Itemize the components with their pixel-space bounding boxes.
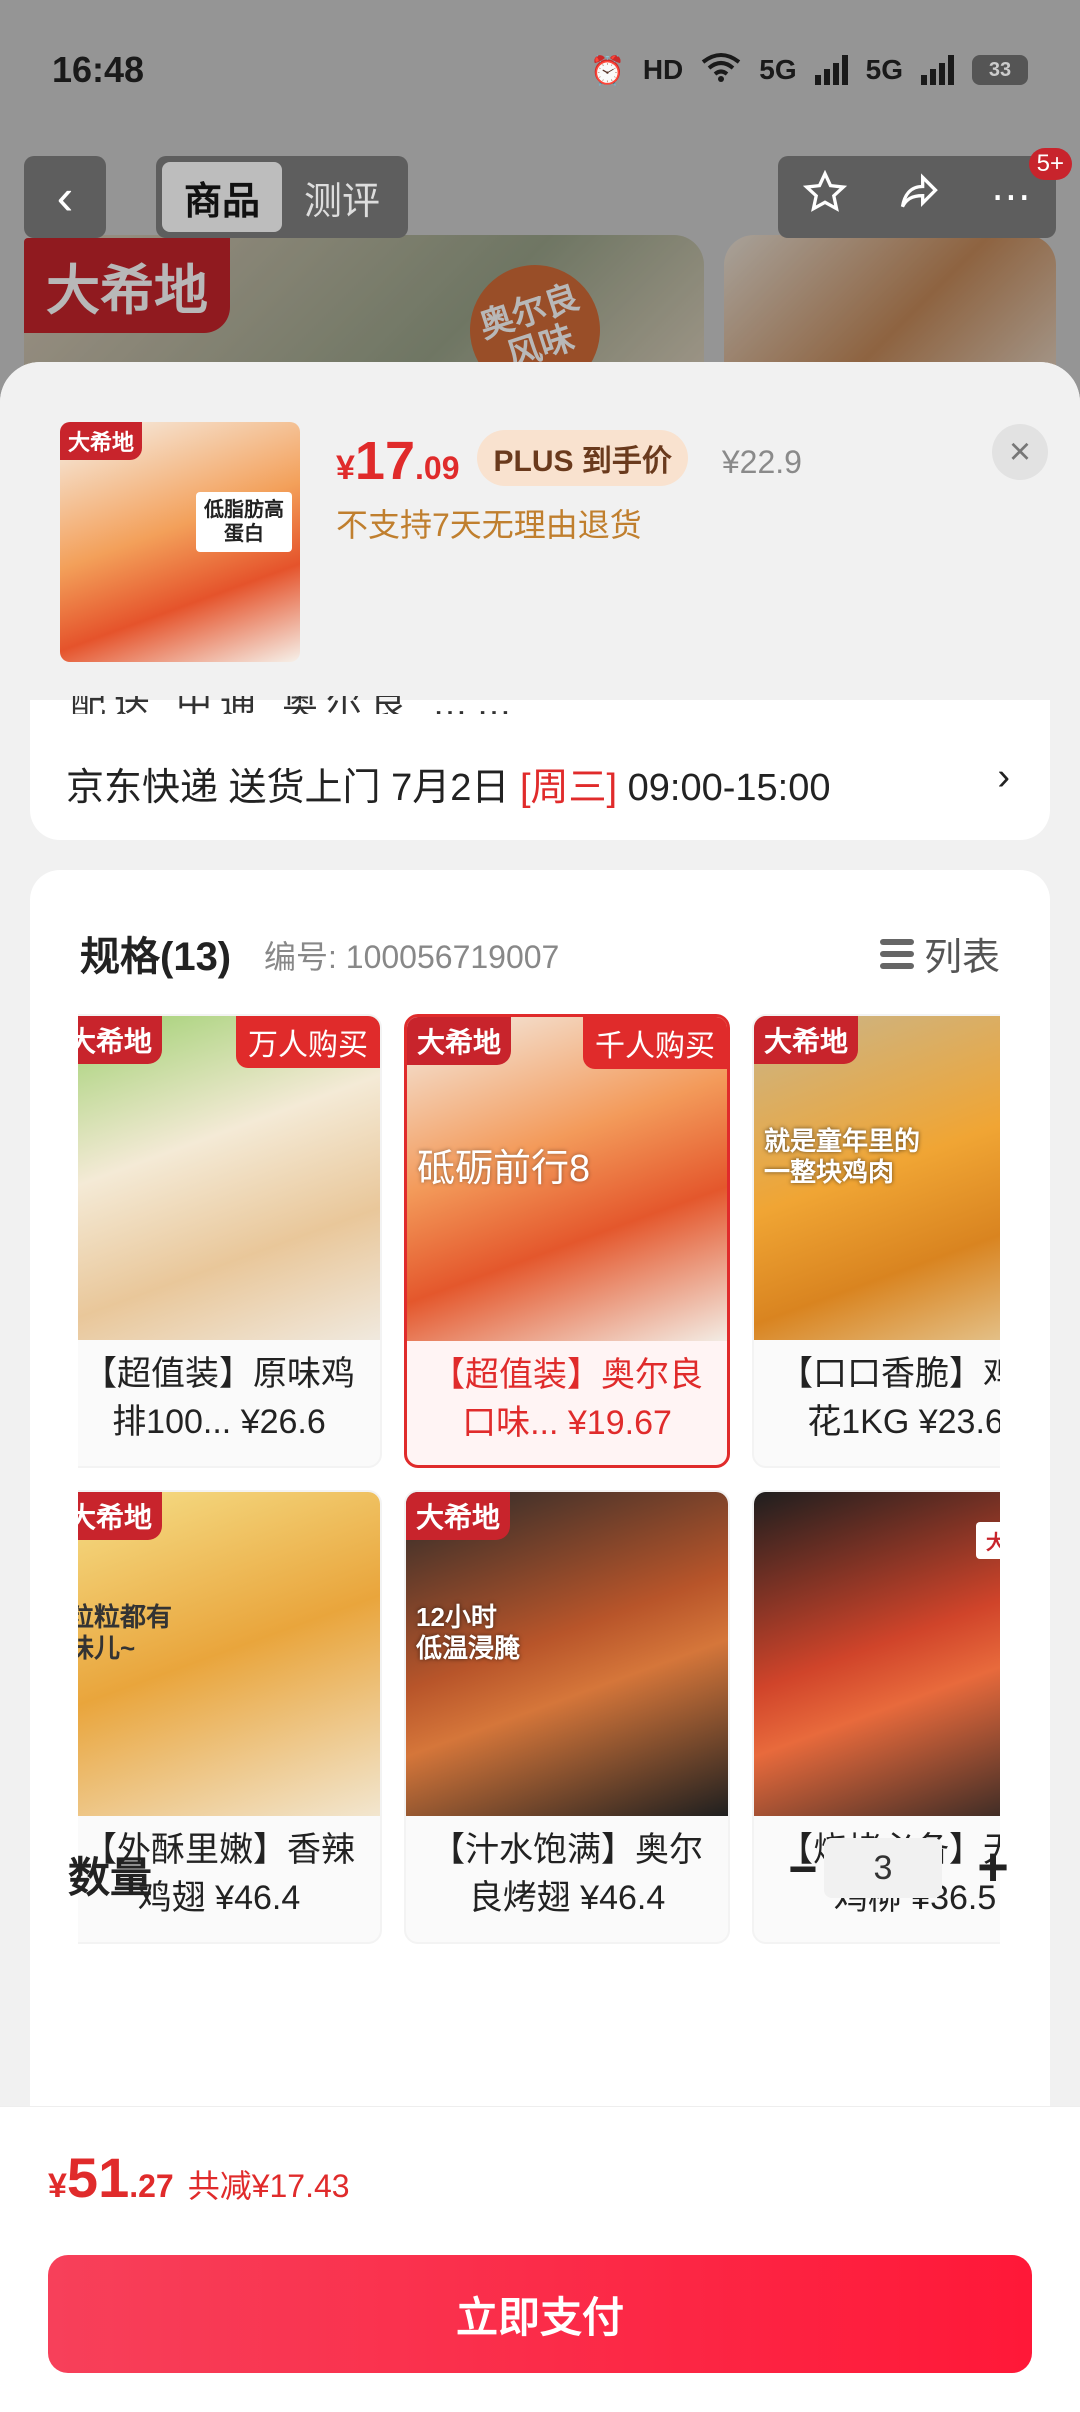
battery-icon: 33 [972, 55, 1028, 85]
spec-name-1: 【超值装】原味鸡 排100... ¥26.6 [83, 1355, 355, 1441]
spec-brand-5: 大希地 [406, 1492, 511, 1540]
return-policy-note: 不支持7天无理由退货 [336, 507, 642, 543]
status-time: 16:48 [52, 49, 145, 90]
delivery-cut-line: 配送 中通 奥尔良 …… [70, 696, 790, 714]
total-row: ¥ 51 .27 共减¥17.43 [48, 2145, 350, 2210]
spec-option-3[interactable]: 大希地 就是童年里的 一整块鸡肉 【口口香脆】鸡米花1KG ¥23.63 [752, 1014, 1000, 1468]
spec-overlay-3: 就是童年里的 一整块鸡肉 [764, 1126, 921, 1188]
alarm-icon: ⏰ [589, 54, 625, 86]
quantity-row: 数量 − + [38, 1834, 1038, 1914]
spec-name-3: 【口口香脆】鸡米花1KG ¥23.63 [779, 1355, 1000, 1441]
quantity-input[interactable] [824, 1838, 942, 1898]
favorite-star-icon[interactable] [802, 169, 848, 224]
signal-5g-label-2: 5G [865, 54, 903, 85]
quantity-increase-button[interactable]: + [968, 1836, 1018, 1898]
list-label: 列表 [923, 937, 1000, 979]
spec-brand-3: 大希地 [754, 1016, 859, 1064]
spec-overlay-2: 砥砺前行8 [417, 1148, 591, 1190]
tab-product[interactable]: 商品 [162, 162, 282, 232]
spec-brand-1: 大希地 [78, 1016, 163, 1064]
tab-review[interactable]: 测评 [282, 162, 402, 232]
spec-brand-4: 大希地 [78, 1492, 163, 1540]
thumb-card: 低脂肪高蛋白 [196, 492, 292, 552]
chevron-right-icon: › [997, 756, 1010, 798]
spec-option-1[interactable]: 大希地 万人购买 【超值装】原味鸡排100... ¥26.6 [78, 1014, 382, 1468]
plus-price-badge: PLUS 到手价 [477, 430, 688, 486]
price-integer: 17 [354, 431, 415, 491]
top-nav: ‹ 商品 测评 ⋯ 5+ [24, 148, 1072, 238]
quantity-label: 数量 [68, 1854, 153, 1901]
total-discount: 共减¥17.43 [187, 2168, 350, 2204]
delivery-info: 京东快递 送货上门 7月2日 [周三] 09:00-15:00 [66, 756, 830, 811]
spec-tag-1: 万人购买 [236, 1016, 380, 1068]
delivery-prefix: 京东快递 送货上门 7月2日 [66, 767, 520, 809]
checkout-footer: ¥ 51 .27 共减¥17.43 立即支付 [0, 2106, 1080, 2412]
original-price: ¥22.9 [721, 444, 802, 480]
delivery-weekday: [周三] [519, 767, 618, 809]
signal-icon-2 [921, 55, 954, 85]
spec-code: 编号: 100056719007 [264, 939, 560, 975]
spec-image-6 [754, 1492, 1000, 1816]
message-badge: 5+ [1028, 148, 1072, 180]
thumb-brand: 大希地 [60, 422, 143, 460]
status-bar: 16:48 ⏰ HD 5G 5G 33 [0, 0, 1080, 140]
nav-tabs: 商品 测评 [156, 156, 408, 238]
spec-name-2: 【超值装】奥尔良 口味... ¥19.67 [431, 1356, 703, 1442]
spec-option-2[interactable]: 大希地 千人购买 砥砺前行8 【超值装】奥尔良 口味... ¥19.67 [404, 1014, 730, 1468]
spec-overlay-4: 粒粒都有 味儿~ [78, 1602, 173, 1664]
sku-sheet: 大希地 低脂肪高蛋白 ¥ 17 .09 PLUS 到手价 ¥22.9 不支持7天… [0, 362, 1080, 2412]
total-integer: 51 [66, 2146, 130, 2209]
signal-icon [814, 55, 848, 85]
sheet-header: 大希地 低脂肪高蛋白 ¥ 17 .09 PLUS 到手价 ¥22.9 不支持7天… [0, 362, 1080, 698]
status-icons: ⏰ HD 5G 5G 33 [590, 52, 1028, 89]
nav-actions: ⋯ 5+ [778, 148, 1072, 238]
spec-overlay-5: 12小时 低温浸腌 [416, 1602, 521, 1664]
spec-brand-2: 大希地 [407, 1017, 512, 1065]
back-button[interactable]: ‹ [24, 156, 106, 238]
price-currency: ¥ [336, 449, 355, 487]
spec-card: 规格(13) 编号: 100056719007 列表 大希地 万人购买 【超值装… [30, 870, 1050, 2120]
spec-brand-6: 大希地 [976, 1522, 1000, 1559]
total-decimal: .27 [129, 2168, 174, 2204]
delivery-time: 09:00-15:00 [617, 767, 831, 809]
list-icon [879, 938, 914, 969]
more-icon[interactable]: ⋯ [991, 174, 1031, 220]
total-currency: ¥ [48, 2167, 67, 2205]
delivery-card[interactable]: 配送 中通 奥尔良 …… 京东快递 送货上门 7月2日 [周三] 09:00-1… [30, 696, 1050, 840]
hd-icon: HD [642, 54, 684, 85]
signal-5g-label: 5G [759, 54, 797, 85]
price-row: ¥ 17 .09 PLUS 到手价 ¥22.9 [336, 430, 802, 494]
spec-tag-2: 千人购买 [583, 1017, 727, 1069]
spec-grid: 大希地 万人购买 【超值装】原味鸡排100... ¥26.6 大希地 千人购买 … [78, 1014, 1000, 1944]
spec-title: 规格(13) [80, 935, 232, 979]
price-decimal: .09 [415, 450, 460, 486]
pay-now-button[interactable]: 立即支付 [48, 2255, 1032, 2373]
product-thumbnail: 大希地 低脂肪高蛋白 [60, 422, 300, 662]
quantity-decrease-button[interactable]: − [778, 1840, 828, 1898]
close-button[interactable]: × [992, 424, 1048, 480]
wifi-icon [701, 52, 741, 89]
share-icon[interactable] [897, 170, 941, 224]
list-view-toggle[interactable]: 列表 [879, 926, 1000, 981]
